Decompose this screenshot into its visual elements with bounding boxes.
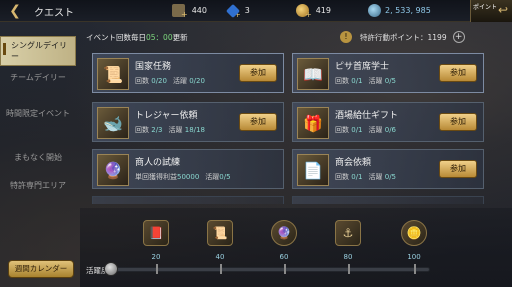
corner-label: ポイント [473,4,498,11]
reward-scroll-icon[interactable]: 📜 [207,220,233,246]
sidebar-item-limited-event[interactable]: 時間限定イベント [0,108,76,119]
resource-gold: + 419 [296,3,331,19]
book-icon: 📖 [297,58,329,90]
resource-silver: 2, 533, 985 [368,3,431,18]
crystal-ball-icon: 🔮 [97,154,129,186]
add-gold-icon[interactable]: + [305,10,312,19]
document-icon: 📄 [297,154,329,186]
quest-card-pisa-scholar[interactable]: 📖 ピサ首席学士 回数 0/1 活躍 0/5 参加 [292,53,484,93]
scroll-icon: 📜 [97,58,129,90]
resource-cards: + 440 [172,3,207,19]
quest-card-guild-request[interactable]: 📄 商会依頼 回数 0/1 活躍 0/5 参加 [292,149,484,189]
treasure-icon: 🐋 [97,107,129,139]
page-title: クエスト [34,8,74,19]
back-arrow-icon[interactable]: ❮ [4,3,26,19]
sidebar-item-single-daily[interactable]: シングルデイリー [0,36,76,66]
reward-book-icon[interactable]: 📕 [143,220,169,246]
reward-crystal-icon[interactable]: 🔮 [271,220,297,246]
milestone-100: 100 [407,253,421,261]
resource-gems: + 3 [225,3,250,19]
exclamation-icon[interactable]: ! [340,31,352,43]
special-points: ! 特許行動ポイント：1199 + [340,31,465,43]
sidebar-item-patent-area[interactable]: 特許専門エリア [0,180,76,191]
gift-icon: 🎁 [297,107,329,139]
tick [414,264,416,274]
top-bar: ❮ クエスト + 440 + 3 + 419 2, 533, 985 ポイント … [0,0,512,22]
tick [284,264,286,274]
join-button[interactable]: 参加 [439,113,477,131]
quest-card-tavern-gift[interactable]: 🎁 酒場給仕ギフト 回数 0/1 活躍 0/6 参加 [292,102,484,142]
tick [348,264,350,274]
milestone-60: 60 [279,253,289,261]
sidebar: シングルデイリー チームデイリー 時間限定イベント まもなく開始 特許専門エリア [0,30,76,230]
reward-coin-icon[interactable]: 🪙 [401,220,427,246]
progress-knob-icon [104,262,118,276]
activity-progress-bar [104,267,430,272]
add-points-icon[interactable]: + [452,31,465,43]
points-corner[interactable]: ポイント ↩ [470,0,512,22]
tick [220,264,222,274]
tick [156,264,158,274]
join-button[interactable]: 参加 [239,113,277,131]
add-cards-icon[interactable]: + [181,10,188,19]
quest-card-national[interactable]: 📜 国家任務 回数 0/20 活躍 0/20 参加 [92,53,284,93]
milestone-80: 80 [343,253,353,261]
quest-card-partial[interactable] [92,196,284,204]
reward-ship-icon[interactable]: ⚓ [335,220,361,246]
weekly-calendar-button[interactable]: 週間カレンダー [8,260,74,278]
silver-coin-icon [368,4,381,17]
milestone-20: 20 [151,253,161,261]
sidebar-item-coming-soon[interactable]: まもなく開始 [0,152,76,163]
milestone-40: 40 [215,253,225,261]
quest-card-partial[interactable] [292,196,484,204]
quest-card-merchant-trial[interactable]: 🔮 商人の試練 単回獲得利益50000 活躍0/5 [92,149,284,189]
return-arrow-icon[interactable]: ↩ [498,3,508,17]
join-button[interactable]: 参加 [439,160,477,178]
join-button[interactable]: 参加 [439,64,477,82]
event-reset-info: イベント回数毎日05：00更新 [86,33,188,42]
sidebar-item-team-daily[interactable]: チームデイリー [0,72,76,83]
quest-card-treasure[interactable]: 🐋 トレジャー依頼 回数 2/3 活躍 18/18 参加 [92,102,284,142]
join-button[interactable]: 参加 [239,64,277,82]
